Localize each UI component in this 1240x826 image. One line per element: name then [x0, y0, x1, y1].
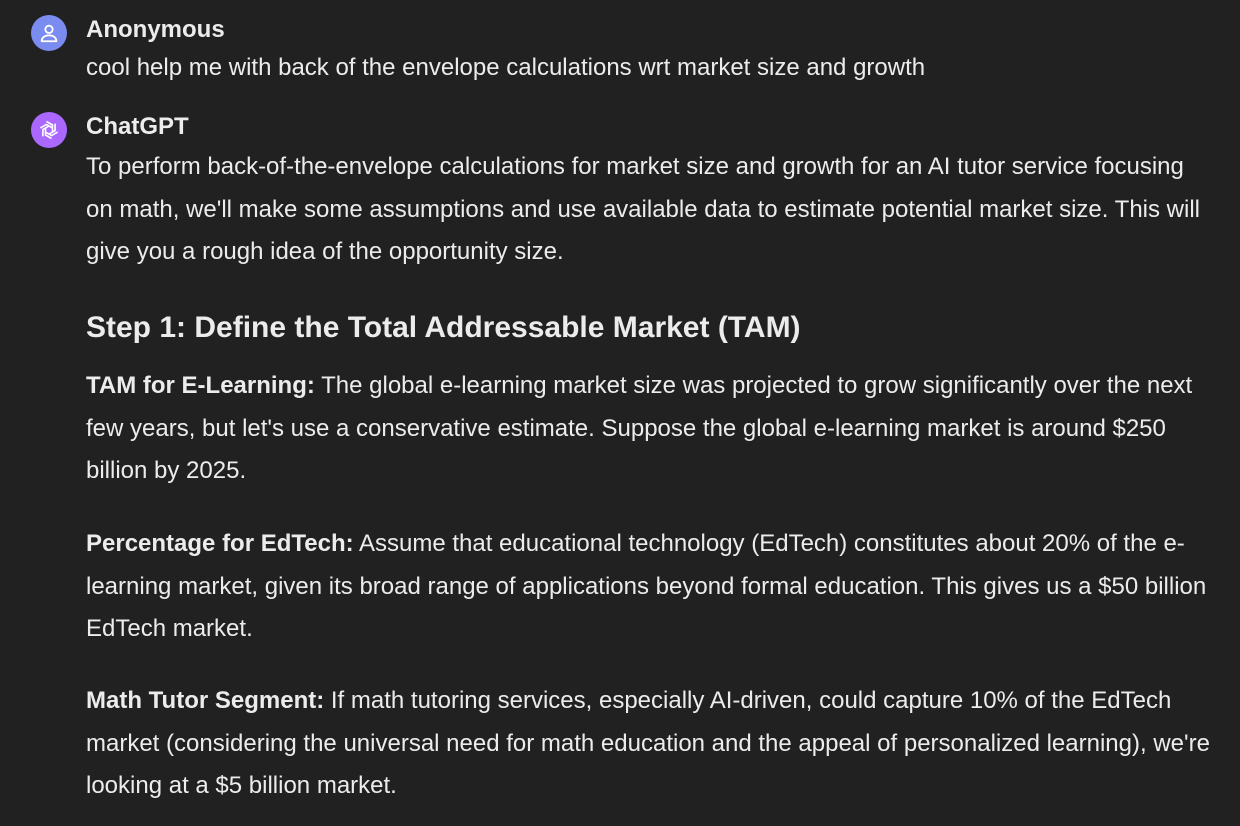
math-tutor-item: Math Tutor Segment: If math tutoring ser…	[86, 680, 1211, 808]
list-item: TAM for E-Learning: The global e-learnin…	[86, 365, 1211, 493]
assistant-intro-text: To perform back-of-the-envelope calculat…	[86, 153, 1201, 265]
user-message-text: cool help me with back of the envelope c…	[86, 54, 926, 81]
user-author-name: Anonymous	[86, 16, 225, 43]
list-item: Math Tutor Segment: If math tutoring ser…	[86, 680, 1211, 808]
user-icon	[40, 24, 58, 43]
user-avatar	[31, 15, 67, 51]
assistant-intro-block: To perform back-of-the-envelope calculat…	[86, 146, 1211, 274]
assistant-avatar	[31, 112, 67, 148]
openai-logo-icon	[39, 120, 59, 140]
step-heading: Step 1: Define the Total Addressable Mar…	[86, 311, 801, 344]
assistant-author-name: ChatGPT	[86, 113, 189, 140]
list-item: Percentage for EdTech: Assume that educa…	[86, 523, 1211, 651]
edtech-item: Percentage for EdTech: Assume that educa…	[86, 523, 1211, 651]
item-label: Percentage for EdTech:	[86, 530, 354, 557]
item-label: TAM for E-Learning:	[86, 372, 315, 399]
item-label: Math Tutor Segment:	[86, 687, 325, 714]
tam-item: TAM for E-Learning: The global e-learnin…	[86, 365, 1211, 493]
